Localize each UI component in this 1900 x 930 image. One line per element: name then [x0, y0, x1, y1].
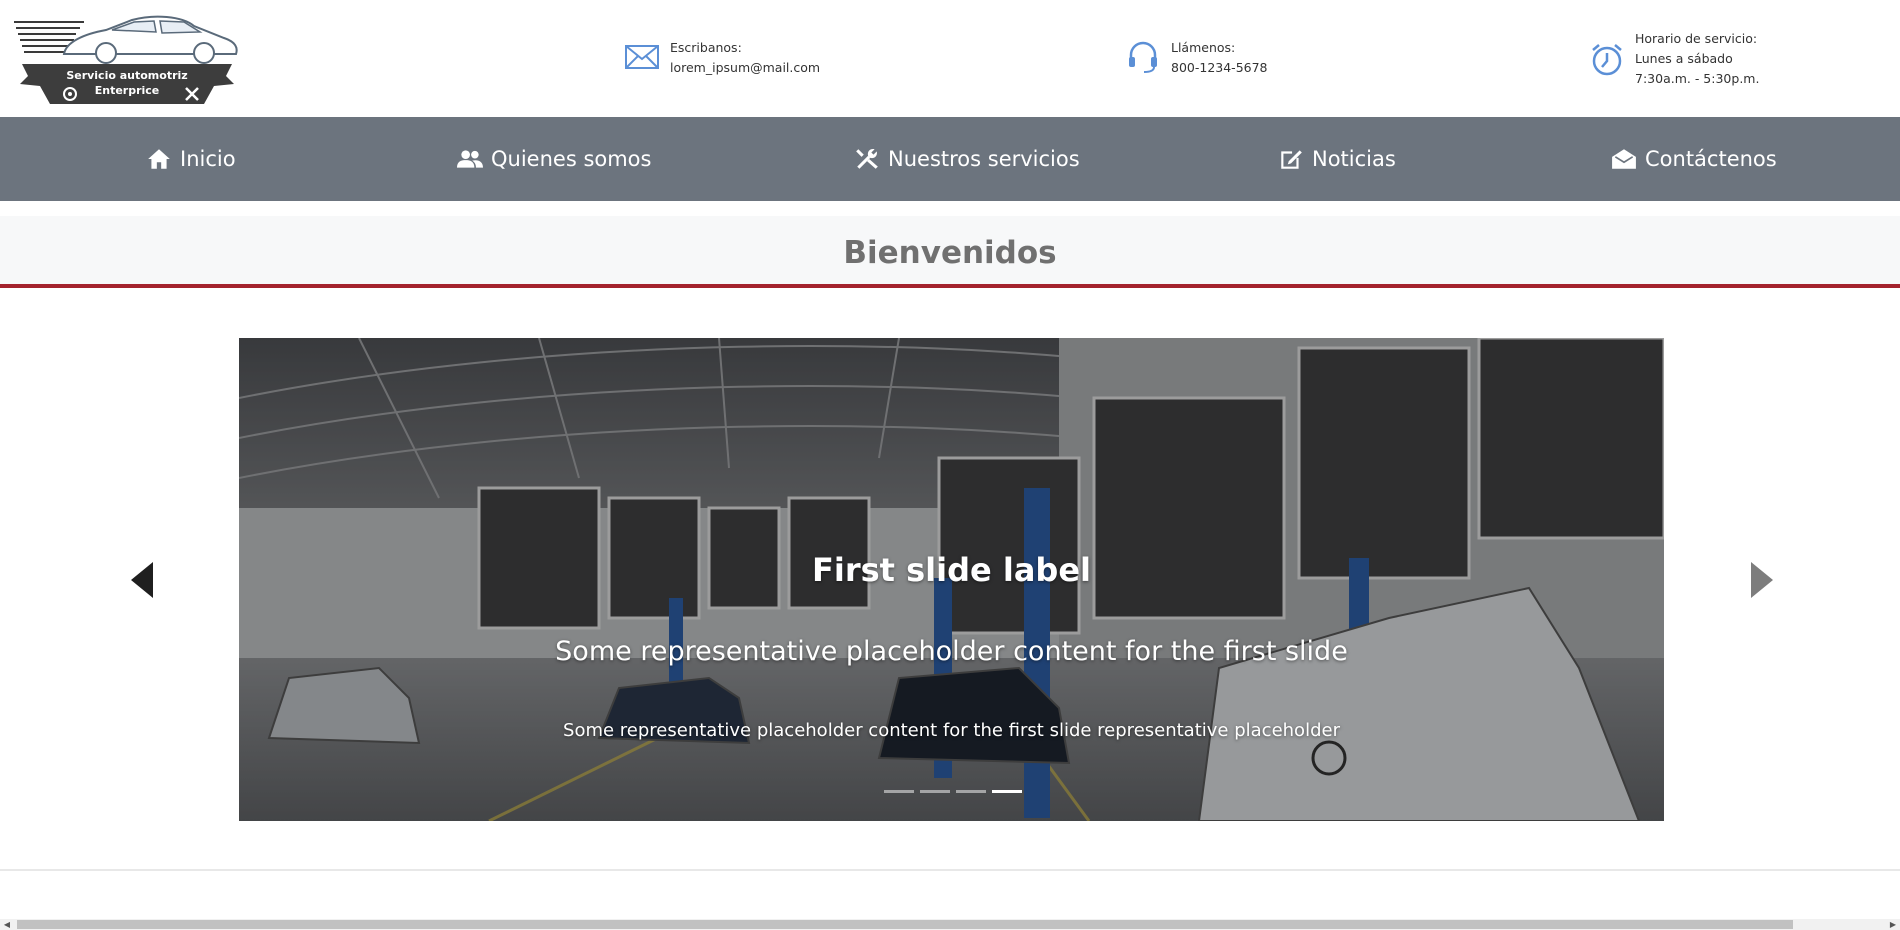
svg-text:Enterprice: Enterprice [95, 84, 160, 97]
nav-item-label: Quienes somos [491, 147, 652, 171]
people-icon [457, 150, 483, 168]
envelope-icon [625, 45, 659, 69]
envelope-open-icon [1612, 149, 1636, 169]
contact-phone[interactable]: Llámenos: 800-1234-5678 [1125, 38, 1268, 78]
scroll-right-icon[interactable]: ▶ [1886, 919, 1900, 930]
carousel-caption-subtitle: Some representative placeholder content … [555, 636, 1348, 667]
scroll-left-icon[interactable]: ◀ [0, 919, 14, 930]
nav-item-label: Contáctenos [1645, 147, 1777, 171]
carousel-prev-icon[interactable] [127, 560, 157, 600]
scrollbar-thumb[interactable] [17, 920, 1793, 929]
pencil-square-icon [1281, 150, 1302, 169]
nav-item-nuestros-servicios[interactable]: Nuestros servicios [854, 117, 1080, 201]
nav-item-label: Noticias [1312, 147, 1396, 171]
carousel-indicator-1[interactable] [884, 790, 914, 793]
nav-item-label: Inicio [180, 147, 236, 171]
service-hours-time: 7:30a.m. - 5:30p.m. [1635, 71, 1760, 86]
carousel-next-icon[interactable] [1747, 560, 1777, 600]
alarm-clock-icon [1592, 44, 1622, 76]
contact-phone-label: Llámenos: [1171, 40, 1236, 55]
nav-item-inicio[interactable]: Inicio [146, 117, 236, 201]
company-logo[interactable]: Servicio automotriz Enterprice [14, 8, 240, 108]
house-icon [148, 149, 170, 169]
carousel-indicator-4[interactable] [992, 790, 1022, 793]
page-title: Bienvenidos [843, 235, 1057, 271]
carousel-indicator-2[interactable] [920, 790, 950, 793]
nav-item-quienes-somos[interactable]: Quienes somos [457, 117, 651, 201]
contact-email[interactable]: Escribanos: lorem_ipsum@mail.com [624, 38, 820, 78]
carousel-caption-title: First slide label [812, 551, 1091, 589]
service-hours: Horario de servicio: Lunes a sábado 7:30… [1589, 29, 1759, 89]
horizontal-scrollbar[interactable]: ◀ ▶ [0, 919, 1900, 930]
carousel-indicators [884, 790, 1022, 793]
section-divider [0, 869, 1900, 871]
nav-item-contactenos[interactable]: Contáctenos [1611, 117, 1777, 201]
contact-email-value[interactable]: lorem_ipsum@mail.com [670, 58, 820, 78]
welcome-section: Bienvenidos [0, 216, 1900, 288]
image-carousel[interactable]: First slide label Some representative pl… [239, 338, 1664, 821]
service-hours-label: Horario de servicio: [1635, 31, 1758, 46]
carousel-caption-text: Some representative placeholder content … [563, 720, 1340, 741]
service-hours-days: Lunes a sábado [1635, 51, 1733, 66]
top-header: Servicio automotriz Enterprice Escribano… [0, 0, 1900, 117]
nav-item-noticias[interactable]: Noticias [1278, 117, 1396, 201]
carousel-indicator-3[interactable] [956, 790, 986, 793]
contact-phone-value[interactable]: 800-1234-5678 [1171, 58, 1268, 78]
tools-icon [856, 149, 878, 169]
svg-text:Servicio automotriz: Servicio automotriz [66, 69, 187, 82]
main-nav: Inicio Quienes somos Nuestros servicios … [0, 117, 1900, 201]
headset-icon [1129, 41, 1157, 73]
nav-item-label: Nuestros servicios [888, 147, 1080, 171]
contact-email-label: Escribanos: [670, 40, 742, 55]
